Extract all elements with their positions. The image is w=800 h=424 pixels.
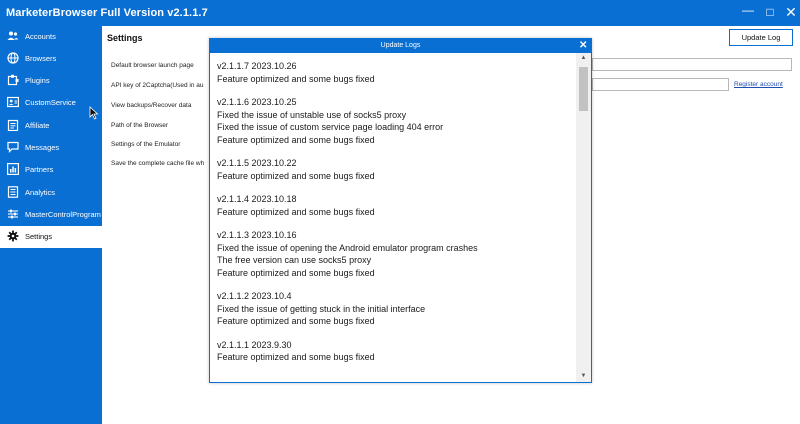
log-line: Fixed the issue of custom service page l…	[217, 122, 444, 132]
scroll-thumb[interactable]	[579, 67, 588, 111]
log-line: Feature optimized and some bugs fixed	[217, 267, 375, 278]
setting-label-browser-path: Path of the Browser	[111, 122, 169, 129]
clipboard-icon	[7, 119, 19, 131]
sidebar-item-customservice[interactable]: CustomService	[0, 92, 102, 114]
log-entry: v2.1.1.2 2023.10.4 Fixed the issue of ge…	[217, 290, 572, 328]
sidebar-item-messages[interactable]: Messages	[0, 137, 102, 159]
sidebar-item-label: CustomService	[25, 98, 76, 107]
sidebar-item-label: Affiliate	[25, 121, 50, 130]
app-title: MarketerBrowser Full Version v2.1.1.7	[6, 7, 208, 19]
minimize-button[interactable]: —	[741, 3, 755, 17]
captcha-key-input[interactable]	[592, 78, 729, 91]
log-entry: v2.1.1.1 2023.9.30 Feature optimized and…	[217, 339, 572, 364]
document-icon	[7, 186, 19, 198]
log-line: Feature optimized and some bugs fixed	[217, 352, 375, 362]
sidebar-item-analytics[interactable]: Analytics	[0, 182, 102, 204]
sidebar-item-label: Partners	[25, 165, 54, 174]
log-version: v2.1.1.6 2023.10.25	[217, 97, 297, 107]
chat-icon	[7, 141, 19, 153]
users-icon	[7, 30, 19, 42]
log-version: v2.1.1.3 2023.10.16	[217, 230, 297, 240]
log-entry: v2.1.1.3 2023.10.16 Fixed the issue of o…	[217, 229, 572, 279]
scroll-down-icon[interactable]: ▼	[576, 371, 591, 382]
register-account-link[interactable]: Register account	[734, 81, 783, 88]
dialog-title: Update Logs	[380, 42, 421, 49]
sidebar-item-browsers[interactable]: Browsers	[0, 48, 102, 70]
log-line: The free version can use socks5 proxy	[217, 255, 372, 265]
sidebar-item-accounts[interactable]: Accounts	[0, 26, 102, 48]
setting-label-backups[interactable]: View backups/Recover data	[111, 102, 191, 109]
sidebar-item-label: Settings	[25, 232, 53, 241]
vertical-scrollbar[interactable]: ▲ ▼	[576, 53, 591, 382]
dialog-header: Update Logs ✕	[210, 39, 591, 53]
update-logs-dialog: Update Logs ✕ v2.1.1.7 2023.10.26 Featur…	[209, 38, 592, 383]
log-line: Feature optimized and some bugs fixed	[217, 170, 375, 181]
setting-label-cache: Save the complete cache file wh	[111, 160, 205, 167]
sidebar-item-affiliate[interactable]: Affiliate	[0, 115, 102, 137]
sliders-icon	[7, 208, 19, 220]
bar-chart-icon	[7, 163, 19, 175]
setting-label-2captcha-key: API key of 2Captcha(Used in au	[111, 82, 204, 89]
sidebar: Accounts Browsers Plugins CustomService …	[0, 26, 102, 424]
title-bar: MarketerBrowser Full Version v2.1.1.7 — …	[0, 0, 800, 28]
support-card-icon	[7, 96, 19, 108]
sidebar-item-plugins[interactable]: Plugins	[0, 70, 102, 92]
log-scroll-area[interactable]: v2.1.1.7 2023.10.26 Feature optimized an…	[210, 53, 576, 382]
log-list: v2.1.1.7 2023.10.26 Feature optimized an…	[217, 60, 572, 375]
scroll-up-icon[interactable]: ▲	[576, 53, 591, 64]
log-entry: v2.1.1.4 2023.10.18 Feature optimized an…	[217, 193, 572, 218]
close-icon[interactable]: ✕	[579, 39, 587, 53]
sidebar-item-mastercontrolprogram[interactable]: MasterControlProgram	[0, 204, 102, 226]
page-title: Settings	[107, 33, 143, 43]
sidebar-item-label: Accounts	[25, 32, 56, 41]
log-line: Feature optimized and some bugs fixed	[217, 206, 375, 217]
log-line: Feature optimized and some bugs fixed	[217, 134, 375, 145]
sidebar-item-partners[interactable]: Partners	[0, 159, 102, 181]
log-entry: v2.1.1.7 2023.10.26 Feature optimized an…	[217, 60, 572, 85]
log-entry: v2.1.1.6 2023.10.25 Fixed the issue of u…	[217, 96, 572, 146]
sidebar-item-label: MasterControlProgram	[25, 210, 101, 219]
sidebar-item-label: Analytics	[25, 188, 56, 197]
log-line: Fixed the issue of getting stuck in the …	[217, 303, 426, 314]
update-log-button[interactable]: Update Log	[729, 29, 793, 46]
gear-icon	[7, 230, 19, 242]
log-line: Fixed the issue of unstable use of socks…	[217, 109, 407, 120]
log-version: v2.1.1.7 2023.10.26	[217, 61, 297, 71]
log-line: Feature optimized and some bugs fixed	[217, 73, 375, 84]
log-version: v2.1.1.2 2023.10.4	[217, 291, 292, 301]
maximize-button[interactable]: □	[763, 5, 777, 19]
log-version: v2.1.1.4 2023.10.18	[217, 194, 297, 204]
close-window-button[interactable]: ✕	[784, 5, 798, 19]
sidebar-item-label: Plugins	[25, 76, 50, 85]
sidebar-item-label: Messages	[25, 143, 60, 152]
log-entry: v2.1.1.5 2023.10.22 Feature optimized an…	[217, 157, 572, 182]
setting-label-emulator: Settings of the Emulator	[111, 141, 181, 148]
globe-icon	[7, 52, 19, 64]
sidebar-item-label: Browsers	[25, 54, 57, 63]
puzzle-icon	[7, 74, 19, 86]
sidebar-item-settings[interactable]: Settings	[0, 226, 102, 248]
log-line: Feature optimized and some bugs fixed	[217, 316, 375, 326]
setting-label-default-launch-page: Default browser launch page	[111, 62, 194, 69]
mouse-cursor-icon	[89, 106, 99, 120]
log-version: v2.1.1.5 2023.10.22	[217, 158, 297, 168]
log-line: Fixed the issue of opening the Android e…	[217, 242, 478, 253]
log-version: v2.1.1.1 2023.9.30	[217, 339, 292, 350]
launch-page-input[interactable]	[592, 58, 792, 71]
